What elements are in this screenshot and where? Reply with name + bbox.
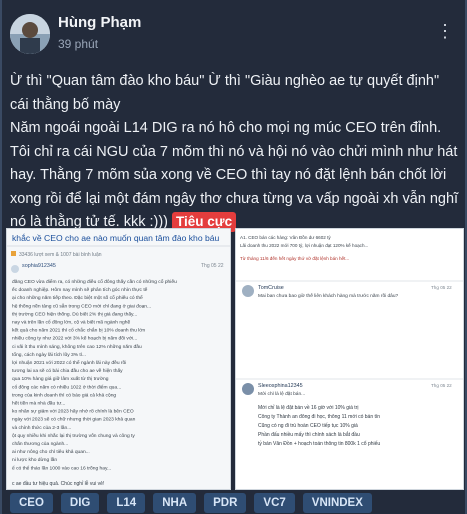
attached-image-left[interactable]: khắc về CEO cho ae nào muốn quan tâm đào… xyxy=(6,228,231,490)
comment-1-time: Thg 05 22 xyxy=(431,285,452,290)
ticker-tag-nha[interactable]: NHA xyxy=(153,493,197,513)
left-body-line: và chính thức của 2-3 lần... xyxy=(12,424,71,431)
left-body-line: ai như nông cho chỉ tiêu khả quan... xyxy=(12,448,90,455)
comment-2-line: Công ty Thành an đông đi học, thông 11 m… xyxy=(258,414,380,420)
left-body-line: kết quả cho năm 2021 thì cổ chắc chắn bị… xyxy=(12,327,145,334)
comment-2-line: tỷ bán Vân Đồn + hoạch toán thông tin 80… xyxy=(258,440,380,447)
comment-1-name: TomCruise xyxy=(258,285,284,291)
ticker-tag-vnindex[interactable]: VNINDEX xyxy=(302,493,372,513)
post-paragraph-2: Năm ngoái ngoài L14 DIG ra nó hô cho mọi… xyxy=(10,117,460,235)
left-body-line: hết tiền mà nhà đầu tư... xyxy=(12,401,65,407)
comment-2-line: Mới chỉ là lệ đặt bán về 16 giờ với 10% … xyxy=(258,404,358,411)
left-body-line: thị trường CEO hiện thống. Dù biết 2% th… xyxy=(12,311,137,317)
left-body-line: ci vãi ít thu mình sáng, không trên cao … xyxy=(12,344,142,350)
eye-icon xyxy=(11,251,16,256)
post-time: 39 phút xyxy=(58,37,99,51)
right-top-line-2: Lãi doanh thu 2022 mới 700 tỷ, lợi nhuận… xyxy=(240,242,368,248)
ticker-tag-l14[interactable]: L14 xyxy=(107,493,146,513)
left-body-line: ni lược kho dừng lần xyxy=(12,457,57,463)
left-body-line: ko nhân sự giảm với 2023 hãy nhớ rõ chín… xyxy=(12,409,134,415)
attached-images: khắc về CEO cho ae nào muốn quan tâm đào… xyxy=(6,228,464,490)
left-body-line: ếc doanh nghiệp. Hôm nay mình sẽ phân tí… xyxy=(12,287,148,293)
left-body-line: cổ đông các năm có nhiều 1022 ở thời điể… xyxy=(12,383,121,390)
ticker-tag-ceo[interactable]: CEO xyxy=(10,493,53,513)
ticker-tags: CEO DIG L14 NHA PDR VC7 VNINDEX xyxy=(10,493,372,514)
left-body-line: ột quy nhiều khi nhắc lại thị trường vốn… xyxy=(12,432,135,439)
left-body-line: ại cho những năm tiếp theo. Đặc biệt một… xyxy=(12,294,143,301)
right-highlight: Từ tháng 11/6 đến hết ngày thứ vờ đặt lệ… xyxy=(240,256,349,261)
ticker-tag-dig[interactable]: DIG xyxy=(60,493,100,513)
post-card: Hùng Phạm 39 phút ⋮ Ừ thì "Quan tâm đào … xyxy=(0,0,467,514)
right-top-line-1: A1. CEO bán các hàng: Vân Đồn dư 6602 tỷ xyxy=(240,234,331,240)
left-body-line: trong của kinh doanh thì có báo giá cả k… xyxy=(12,391,116,398)
author-name[interactable]: Hùng Phạm xyxy=(58,14,141,31)
comment-2-text: Mới chỉ là lệ đặt bán... xyxy=(258,390,305,397)
avatar[interactable] xyxy=(10,14,50,54)
left-body-line: qua 10% hàng giá giữ lâm xuất từ thị trư… xyxy=(12,376,109,382)
left-body-line: ngày với 2023 sẽ có chữ nhưng thời gian … xyxy=(12,417,136,423)
post-header: Hùng Phạm 39 phút ⋮ xyxy=(10,12,460,56)
left-body-line: nhiều công ty như 2022 với 3% kế hoạch b… xyxy=(12,336,137,342)
post-paragraph-1: Ừ thì "Quan tâm đào kho báu" Ừ thì "Giàu… xyxy=(10,73,440,113)
left-body-line: ể có thể tháo lần 1000 vào cao 16 trống … xyxy=(12,464,111,471)
left-body-line: hệ thống nền tảng cũ sẵn trong CEO mới c… xyxy=(12,302,151,309)
ticker-tag-vc7[interactable]: VC7 xyxy=(254,493,295,513)
comment-1-text: Mai ban chưa bao giờ thế liên khách hàng… xyxy=(258,293,399,299)
left-body-line: lợi nhuận 2021 với 2022 có thể ngành lãi… xyxy=(12,359,126,366)
comment-2-time: Thg 05 22 xyxy=(431,383,452,388)
attached-image-right[interactable]: A1. CEO bán các hàng: Vân Đồn dư 6602 tỷ… xyxy=(235,228,464,490)
left-date: Thg 05 22 xyxy=(201,263,224,269)
left-headline: khắc về CEO cho ae nào muốn quan tâm đào… xyxy=(12,233,220,243)
left-body-line: đăng CEO vừa điểm ra, có những điều cổ đ… xyxy=(12,278,177,285)
comment-2-line: Cũng có ng đi trú hoàn CEO tiếp tục 10% … xyxy=(258,423,358,429)
left-username: sophia912345 xyxy=(22,263,56,269)
post-body: Ừ thì "Quan tâm đào kho báu" Ừ thì "Giàu… xyxy=(10,70,460,235)
comment-avatar-2 xyxy=(242,383,254,395)
comment-2-name: Sleeosphina12345 xyxy=(258,383,303,389)
left-body-line: chấn thương của ngành... xyxy=(12,440,68,447)
left-meta: 33436 lượt xem & 1007 bài bình luận xyxy=(19,252,102,258)
ticker-tag-pdr[interactable]: PDR xyxy=(204,493,247,513)
left-body-line: nay và trên lần cổ đông lớn, cộ và biết … xyxy=(12,319,130,326)
comment-avatar-1 xyxy=(242,285,254,297)
left-user-avatar xyxy=(11,265,19,273)
left-body-line: tương lai xa sẽ có bài chia đầu cho ae v… xyxy=(12,368,123,374)
left-body-line: tổng, cách ngày lãi tích lũy 3% tỉ... xyxy=(12,351,86,358)
more-options-icon[interactable]: ⋮ xyxy=(434,20,456,42)
left-footer: c ae đầu tư hiệu quả. Chúc nghỉ lễ vui v… xyxy=(12,480,104,487)
comment-2-line: Phần đấu nhiều mấy thì chính sách là bắt… xyxy=(258,431,360,438)
